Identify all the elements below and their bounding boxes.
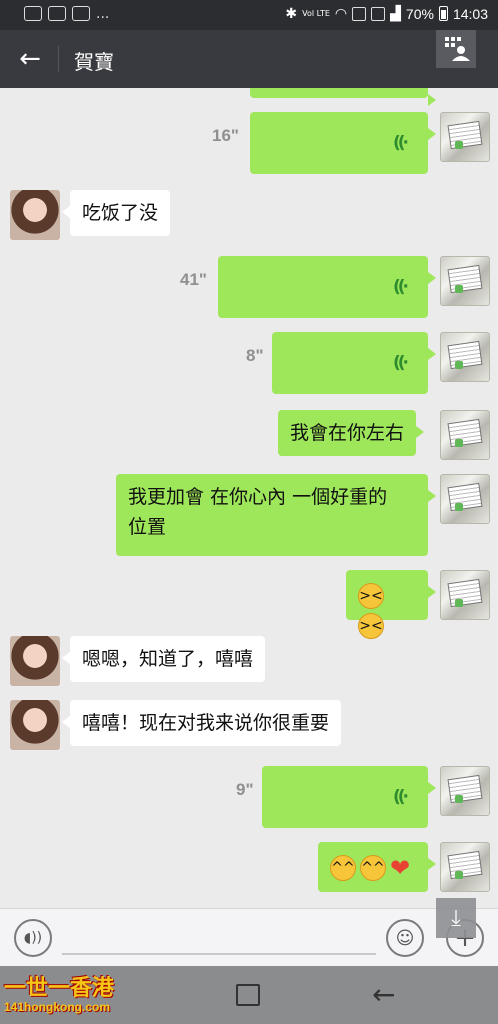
chat-area[interactable]: 16" ((· 吃饭了没 41" ((· 8" ((· 我會在你左右 我更加會 …	[0, 88, 498, 908]
emoji-message[interactable]: >< ><	[346, 570, 436, 639]
smile-chick-emoji-icon: ^^	[330, 854, 356, 881]
header-divider	[58, 46, 59, 72]
text-message[interactable]: 嘻嘻！现在对我来说你很重要	[61, 700, 342, 746]
emoji-message[interactable]: ^^ ^^ ❤	[318, 842, 436, 892]
text-message[interactable]: 我更加會 在你心內 一個好重的 位置	[116, 474, 436, 556]
chat-icon	[352, 6, 367, 21]
volte-label: Vol LTE	[302, 8, 330, 18]
input-bar: ◖)) ☺ +	[0, 908, 498, 966]
voice-duration: 9"	[236, 780, 254, 799]
voice-message[interactable]: ((·	[250, 112, 436, 174]
battery-percent: 70%	[405, 5, 434, 22]
my-avatar[interactable]	[440, 112, 490, 162]
battery-icon	[438, 6, 448, 21]
my-avatar[interactable]	[440, 766, 490, 816]
grin-squint-emoji-icon: ><	[358, 582, 384, 609]
smiley-icon: ☺	[395, 927, 415, 949]
contact-avatar[interactable]	[10, 190, 60, 240]
clock: 14:03	[452, 5, 488, 22]
my-avatar[interactable]	[440, 256, 490, 306]
chat-header: ← 賀寶	[0, 30, 498, 88]
my-avatar[interactable]	[440, 570, 490, 620]
voice-input-button[interactable]: ◖))	[14, 919, 52, 957]
my-avatar[interactable]	[440, 332, 490, 382]
text-message[interactable]: 我會在你左右	[278, 410, 425, 456]
back-arrow-icon[interactable]: ←	[12, 42, 48, 76]
recent-apps-icon[interactable]	[236, 984, 260, 1006]
voice-wave-icon: ((·	[393, 277, 409, 297]
emoji-button[interactable]: ☺	[386, 919, 424, 957]
message-text: 嘻嘻！现在对我来说你很重要	[82, 712, 330, 734]
contact-avatar[interactable]	[10, 636, 60, 686]
watermark-logo: 一世一香港 141hongkong.com	[4, 976, 115, 1015]
smile-chick-emoji-icon: ^^	[360, 854, 386, 881]
download-icon[interactable]: ⤓	[436, 898, 476, 938]
camera-icon	[72, 6, 90, 21]
status-bar: ... ✱ Vol LTE ◠ ▟ 70% 14:03	[0, 0, 498, 30]
message-text-line: 位置	[128, 516, 167, 538]
message-text: 嗯嗯，知道了，嘻嘻	[82, 648, 254, 670]
voice-message[interactable]: ((·	[272, 332, 436, 394]
message-bubble-partial[interactable]	[250, 88, 436, 106]
nav-back-icon[interactable]: ←	[372, 978, 395, 1011]
system-nav-bar: 一世一香港 141hongkong.com ←	[0, 966, 498, 1024]
message-text-line: 我更加會 在你心內 一個好重的	[128, 486, 388, 508]
contact-name: 賀寶	[74, 50, 114, 74]
voice-wave-icon: ((·	[393, 353, 409, 373]
more-notifications: ...	[96, 5, 110, 22]
bluetooth-icon: ✱	[285, 5, 298, 21]
calendar-icon	[371, 6, 386, 21]
watermark-url: 141hongkong.com	[4, 1000, 111, 1014]
voice-duration: 8"	[246, 346, 264, 365]
voice-message[interactable]: ((·	[262, 766, 436, 828]
voice-wave-icon: ((·	[393, 133, 409, 153]
heart-icon: ❤	[390, 853, 411, 882]
voice-icon: ◖))	[23, 930, 43, 946]
voice-wave-icon: ((·	[393, 787, 409, 807]
wifi-icon: ◠	[334, 5, 348, 21]
text-message[interactable]: 嗯嗯，知道了，嘻嘻	[61, 636, 266, 682]
app-icon	[48, 6, 66, 21]
voice-message[interactable]: ((·	[218, 256, 436, 318]
signal-icon: ▟	[390, 5, 401, 21]
gallery-icon	[24, 6, 42, 21]
voice-duration: 41"	[180, 270, 207, 289]
contact-avatar[interactable]	[10, 700, 60, 750]
my-avatar[interactable]	[440, 410, 490, 460]
voice-duration: 16"	[212, 126, 239, 145]
my-avatar[interactable]	[440, 474, 490, 524]
message-text: 我會在你左右	[290, 422, 405, 444]
watermark-title: 一世一香港	[4, 976, 115, 1001]
message-input[interactable]	[62, 953, 376, 955]
profile-icon[interactable]	[436, 30, 476, 68]
text-message[interactable]: 吃饭了没	[61, 190, 171, 236]
my-avatar[interactable]	[440, 842, 490, 892]
message-text: 吃饭了没	[82, 202, 159, 224]
grin-squint-emoji-icon: ><	[358, 612, 384, 639]
